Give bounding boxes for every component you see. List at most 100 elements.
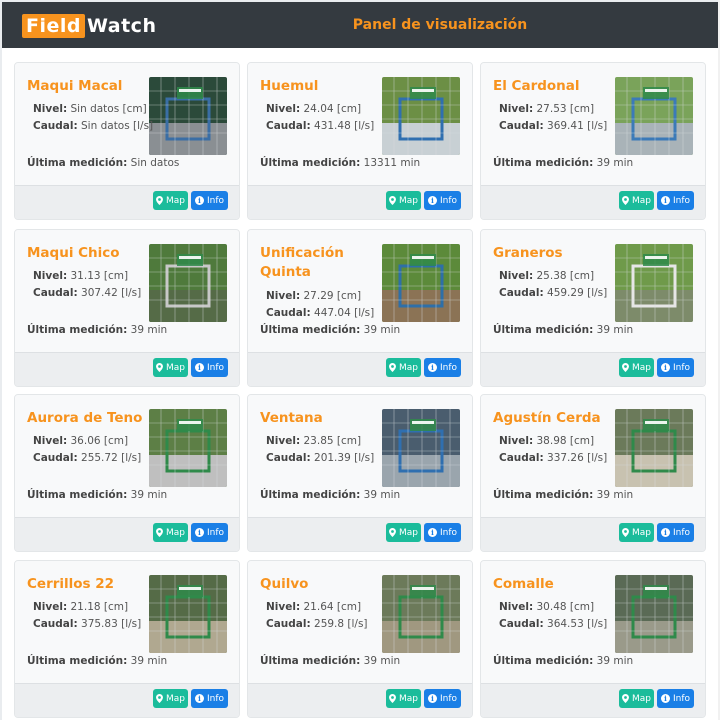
- station-name[interactable]: Maqui Macal: [27, 77, 147, 96]
- info-button-label: Info: [206, 527, 225, 538]
- card-body: Aurora de Teno Nivel: 36.06 [cm] Caudal:…: [15, 395, 239, 517]
- page-title: Panel de visualización: [352, 17, 528, 33]
- info-button[interactable]: i Info: [424, 358, 461, 377]
- nivel-row: Nivel: Sin datos [cm]: [33, 103, 147, 115]
- station-name[interactable]: Aurora de Teno: [27, 409, 147, 428]
- nivel-label: Nivel:: [266, 290, 301, 302]
- nivel-value: 31.13 [cm]: [70, 270, 129, 282]
- caudal-label: Caudal:: [33, 120, 78, 132]
- ultima-medicion-label: Última medición:: [260, 655, 361, 667]
- ultima-medicion-row: Última medición: 39 min: [27, 489, 167, 501]
- info-button-label: Info: [672, 693, 691, 704]
- info-button[interactable]: i Info: [191, 358, 228, 377]
- map-button[interactable]: Map: [386, 191, 421, 210]
- ultima-medicion-label: Última medición:: [27, 157, 128, 169]
- info-button[interactable]: i Info: [657, 191, 694, 210]
- station-photo: [615, 77, 693, 155]
- caudal-row: Caudal: 307.42 [l/s]: [33, 287, 141, 299]
- map-button[interactable]: Map: [386, 689, 421, 708]
- ultima-medicion-row: Última medición: 39 min: [260, 489, 400, 501]
- station-card: Comalle Nivel: 30.48 [cm] Caudal: 364.53…: [480, 560, 706, 718]
- card-body: El Cardonal Nivel: 27.53 [cm] Caudal: 36…: [481, 63, 705, 185]
- info-button[interactable]: i Info: [191, 523, 228, 542]
- map-button[interactable]: Map: [619, 689, 654, 708]
- caudal-label: Caudal:: [499, 618, 544, 630]
- info-button[interactable]: i Info: [424, 523, 461, 542]
- caudal-row: Caudal: Sin datos [l/s]: [33, 120, 153, 132]
- nivel-row: Nivel: 27.29 [cm]: [266, 290, 361, 302]
- station-card: Quilvo Nivel: 21.64 [cm] Caudal: 259.8 […: [247, 560, 473, 718]
- map-button[interactable]: Map: [619, 523, 654, 542]
- map-marker-icon: [389, 196, 396, 205]
- ultima-medicion-row: Última medición: 39 min: [27, 655, 167, 667]
- station-name[interactable]: Huemul: [260, 77, 380, 96]
- ultima-medicion-label: Última medición:: [493, 489, 594, 501]
- station-name[interactable]: Comalle: [493, 575, 613, 594]
- info-circle-icon: i: [427, 694, 437, 703]
- info-button[interactable]: i Info: [191, 191, 228, 210]
- nivel-value: 24.04 [cm]: [303, 103, 362, 115]
- nivel-row: Nivel: 38.98 [cm]: [499, 435, 594, 447]
- navbar: Field Watch Panel de visualización: [2, 2, 718, 48]
- nivel-row: Nivel: 23.85 [cm]: [266, 435, 361, 447]
- map-marker-icon: [389, 694, 396, 703]
- caudal-label: Caudal:: [33, 452, 78, 464]
- map-button[interactable]: Map: [386, 523, 421, 542]
- ultima-medicion-row: Última medición: Sin datos: [27, 157, 179, 169]
- station-name[interactable]: Quilvo: [260, 575, 380, 594]
- nivel-label: Nivel:: [266, 601, 301, 613]
- info-circle-icon: i: [427, 363, 437, 372]
- station-name[interactable]: El Cardonal: [493, 77, 613, 96]
- station-photo: [382, 575, 460, 653]
- station-name[interactable]: Maqui Chico: [27, 244, 147, 263]
- station-card: Cerrillos 22 Nivel: 21.18 [cm] Caudal: 3…: [14, 560, 240, 718]
- nivel-row: Nivel: 21.64 [cm]: [266, 601, 361, 613]
- info-button-label: Info: [439, 195, 458, 206]
- nivel-row: Nivel: 25.38 [cm]: [499, 270, 594, 282]
- map-button[interactable]: Map: [619, 191, 654, 210]
- station-name[interactable]: Ventana: [260, 409, 380, 428]
- map-marker-icon: [156, 196, 163, 205]
- info-button-label: Info: [672, 527, 691, 538]
- info-button-label: Info: [206, 195, 225, 206]
- ultima-medicion-value: 39 min: [130, 489, 168, 501]
- nivel-row: Nivel: 21.18 [cm]: [33, 601, 128, 613]
- ultima-medicion-row: Última medición: 39 min: [260, 655, 400, 667]
- station-photo: [149, 244, 227, 322]
- caudal-value: 369.41 [l/s]: [547, 120, 608, 132]
- card-body: Maqui Chico Nivel: 31.13 [cm] Caudal: 30…: [15, 230, 239, 352]
- ultima-medicion-row: Última medición: 13311 min: [260, 157, 420, 169]
- station-card: Agustín Cerda Nivel: 38.98 [cm] Caudal: …: [480, 394, 706, 552]
- map-button[interactable]: Map: [619, 358, 654, 377]
- info-button[interactable]: i Info: [424, 689, 461, 708]
- nivel-row: Nivel: 36.06 [cm]: [33, 435, 128, 447]
- station-name[interactable]: Cerrillos 22: [27, 575, 147, 594]
- ultima-medicion-row: Última medición: 39 min: [493, 489, 633, 501]
- caudal-row: Caudal: 364.53 [l/s]: [499, 618, 607, 630]
- nivel-value: 30.48 [cm]: [536, 601, 595, 613]
- map-button-label: Map: [632, 362, 651, 373]
- info-button[interactable]: i Info: [657, 358, 694, 377]
- station-name[interactable]: Graneros: [493, 244, 613, 263]
- nivel-label: Nivel:: [266, 103, 301, 115]
- caudal-row: Caudal: 459.29 [l/s]: [499, 287, 607, 299]
- station-name[interactable]: Unificación Quinta: [260, 244, 380, 282]
- info-button[interactable]: i Info: [657, 523, 694, 542]
- map-button-label: Map: [399, 693, 418, 704]
- nivel-label: Nivel:: [33, 435, 68, 447]
- nivel-label: Nivel:: [499, 601, 534, 613]
- map-button[interactable]: Map: [386, 358, 421, 377]
- station-name[interactable]: Agustín Cerda: [493, 409, 613, 428]
- info-button-label: Info: [439, 527, 458, 538]
- info-circle-icon: i: [194, 363, 204, 372]
- station-card: Graneros Nivel: 25.38 [cm] Caudal: 459.2…: [480, 229, 706, 387]
- info-button[interactable]: i Info: [191, 689, 228, 708]
- caudal-label: Caudal:: [499, 452, 544, 464]
- map-button[interactable]: Map: [153, 191, 188, 210]
- info-button[interactable]: i Info: [657, 689, 694, 708]
- info-button[interactable]: i Info: [424, 191, 461, 210]
- map-button[interactable]: Map: [153, 523, 188, 542]
- ultima-medicion-label: Última medición:: [260, 157, 361, 169]
- map-button[interactable]: Map: [153, 689, 188, 708]
- map-button[interactable]: Map: [153, 358, 188, 377]
